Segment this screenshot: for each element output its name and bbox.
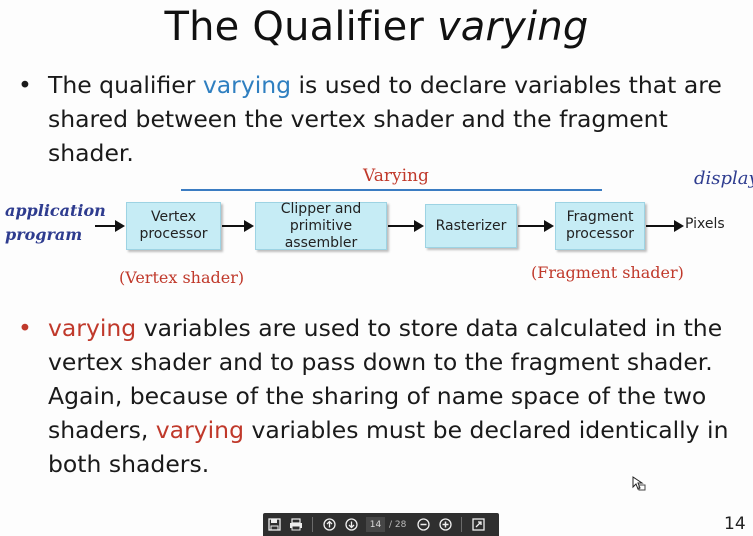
save-icon[interactable]: [263, 513, 285, 536]
fit-page-icon[interactable]: [467, 513, 489, 536]
bullet-2-text: varying variables are used to store data…: [48, 311, 748, 481]
bullet-1-pre: The qualifier: [48, 71, 203, 99]
arrow-clipper-to-rasterizer: [388, 220, 424, 232]
arrow-fragment-to-pixels: [646, 220, 684, 232]
next-page-icon[interactable]: [340, 513, 362, 536]
app-label-line2: program: [5, 225, 83, 244]
fragment-shader-label: (Fragment shader): [531, 263, 684, 282]
slide-title: The Qualifier varying: [0, 4, 753, 50]
rasterizer-box: Rasterizer: [425, 204, 517, 248]
app-label-line1: application: [5, 201, 106, 220]
print-icon[interactable]: [285, 513, 307, 536]
page-number-input[interactable]: 14: [366, 517, 385, 532]
fragment-processor-box: Fragment processor: [555, 202, 645, 250]
vertex-shader-label: (Vertex shader): [119, 268, 245, 287]
rasterizer-box-line1: Rasterizer: [435, 217, 507, 234]
arrow-vertex-to-clipper: [222, 220, 254, 232]
bullet-1-text: The qualifier varying is used to declare…: [48, 68, 748, 170]
fragment-box-line2: processor: [565, 226, 635, 242]
clipper-box: Clipper and primitive assembler: [255, 200, 387, 251]
vertex-box-line1: Vertex: [150, 209, 196, 225]
bullet-dot: •: [18, 71, 32, 99]
bullet-2-keyword-1: varying: [48, 314, 137, 342]
fragment-box-line1: Fragment: [566, 209, 634, 225]
pdf-viewer-toolbar: 14 / 28: [263, 513, 499, 536]
clipper-box-line2: primitive assembler: [284, 217, 358, 251]
bullet-dot: •: [18, 314, 32, 342]
title-text: The Qualifier: [164, 4, 437, 50]
mouse-cursor-icon: [632, 476, 646, 496]
toolbar-divider: [312, 517, 313, 532]
varying-label: Varying: [363, 166, 429, 186]
zoom-out-icon[interactable]: [412, 513, 434, 536]
varying-line: [181, 189, 602, 191]
clipper-box-line1: Clipper and: [280, 200, 362, 217]
zoom-in-icon[interactable]: [434, 513, 456, 536]
arrow-app-to-vertex: [95, 220, 125, 232]
vertex-processor-box: Vertex processor: [126, 202, 221, 250]
vertex-box-line2: processor: [139, 226, 208, 242]
slide-number: 14: [724, 514, 746, 534]
display-label: display: [694, 168, 753, 189]
application-program-label: application program: [5, 199, 106, 247]
pixels-label: Pixels: [685, 216, 725, 232]
previous-page-icon[interactable]: [318, 513, 340, 536]
bullet-1-keyword: varying: [202, 71, 292, 99]
arrow-rasterizer-to-fragment: [518, 220, 554, 232]
toolbar-divider: [461, 517, 463, 532]
page-total: / 28: [389, 519, 407, 530]
slide: The Qualifier varying • The qualifier va…: [0, 0, 753, 536]
title-italic: varying: [436, 4, 589, 50]
bullet-2-keyword-2: varying: [155, 416, 244, 444]
